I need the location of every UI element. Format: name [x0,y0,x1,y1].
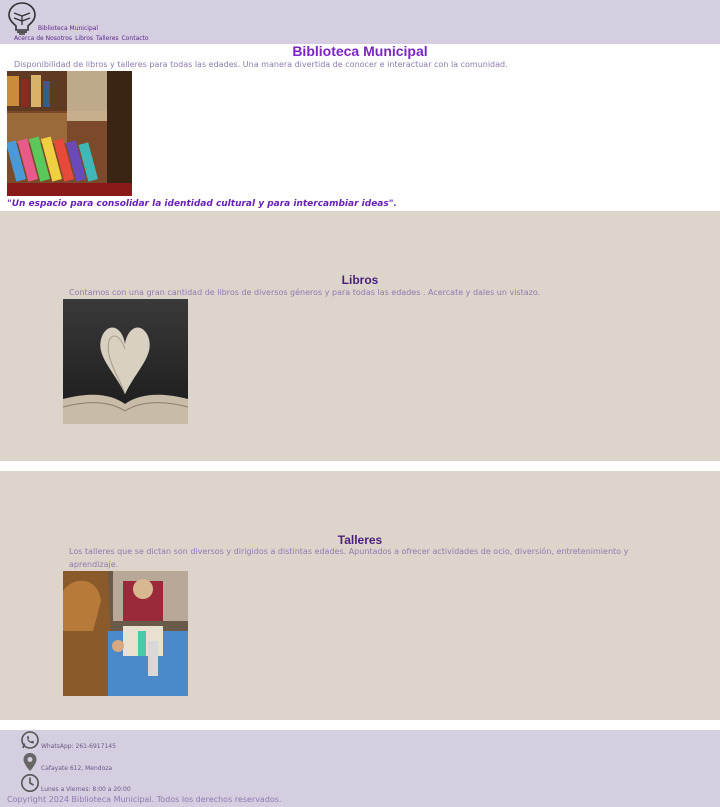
nav-link-contacto[interactable]: Contacto [122,35,149,42]
footer-hours: Lunes a Viernes: 8:00 a 20:00 [20,773,131,793]
hours-text: Lunes a Viernes: 8:00 a 20:00 [41,786,131,793]
libros-section: Libros Contamos con una gran cantidad de… [0,211,720,461]
library-shelves-image [7,71,132,196]
whatsapp-icon[interactable] [20,730,40,750]
hero-description: Disponibilidad de libros y talleres para… [14,60,508,69]
nav-link-talleres[interactable]: Talleres [96,35,119,42]
talleres-section: Talleres Los talleres que se dictan son … [0,471,720,720]
location-pin-icon [23,753,37,771]
lightbulb-book-icon[interactable] [5,1,39,35]
nav-link-acerca[interactable]: Acerca de Nosotros [14,35,72,42]
footer-address: Cafayate 612, Mendoza [20,752,112,772]
main-nav: Acerca de Nosotros Libros Talleres Conta… [14,35,149,42]
copyright-text: Copyright 2024 Biblioteca Municipal. Tod… [7,795,282,804]
libros-title: Libros [341,273,379,287]
talleres-description: Los talleres que se dictan son diversos … [69,547,629,569]
address-text: Cafayate 612, Mendoza [41,765,113,772]
site-header: Biblioteca Municipal Acerca de Nosotros … [0,0,720,44]
footer-whatsapp: WhatsApp: 261-6917145 [20,730,116,750]
workshop-image [63,571,188,696]
brand-name: Biblioteca Municipal [38,25,99,32]
page-title: Biblioteca Municipal [292,43,428,59]
nav-link-libros[interactable]: Libros [75,35,93,42]
whatsapp-number[interactable]: WhatsApp: 261-6917145 [41,743,116,750]
libros-description: Contamos con una gran cantidad de libros… [69,288,541,297]
open-book-image [63,299,188,424]
hero-quote: "Un espacio para consolidar la identidad… [7,199,397,209]
clock-icon [21,774,39,792]
